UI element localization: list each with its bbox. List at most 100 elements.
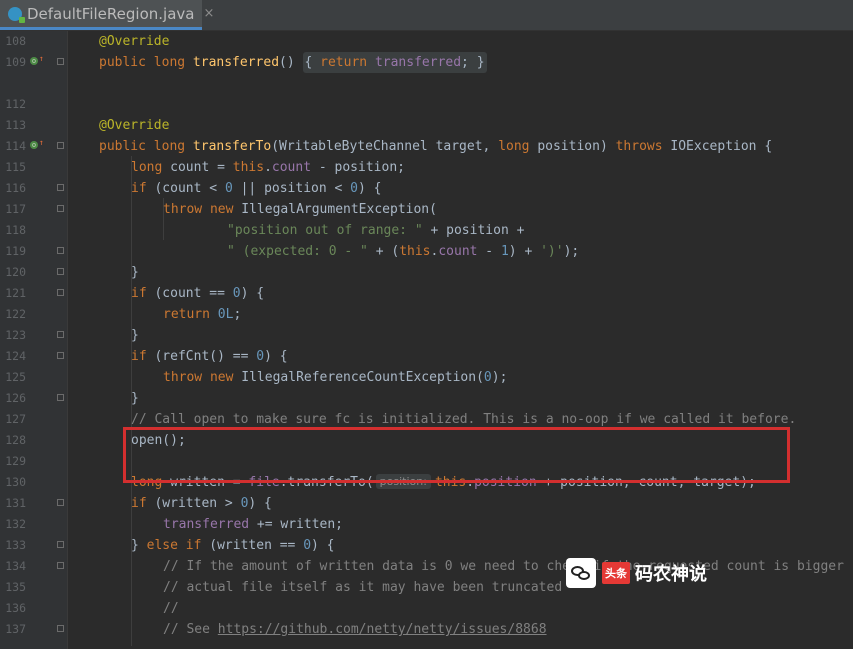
code-line: 123 } — [0, 325, 853, 346]
line-number: 129 — [5, 454, 26, 468]
fold-marker-icon[interactable] — [57, 289, 64, 296]
editor-tab-bar: DefaultFileRegion.java × — [0, 0, 853, 31]
code-line: 132 transferred += written; — [0, 514, 853, 535]
code-line: 135 // actual file itself as it may have… — [0, 577, 853, 598]
code-text: if (refCnt() == 0) { — [131, 349, 288, 364]
watermark-name: 码农神说 — [635, 564, 707, 585]
line-number: 128 — [5, 433, 26, 447]
line-number: 108 — [5, 34, 26, 48]
line-number: 115 — [5, 160, 26, 174]
line-number: 123 — [5, 328, 26, 342]
code-line: 124 if (refCnt() == 0) { — [0, 346, 853, 367]
code-text: // actual file itself as it may have bee… — [163, 580, 563, 595]
fold-marker-icon[interactable] — [57, 331, 64, 338]
watermark-badge: 头条 — [602, 562, 630, 584]
code-line: 125 throw new IllegalReferenceCountExcep… — [0, 367, 853, 388]
code-text: } — [131, 328, 139, 343]
line-number: 109 — [5, 55, 26, 69]
tab-close-icon[interactable]: × — [203, 6, 214, 21]
code-line: 134 // If the amount of written data is … — [0, 556, 853, 577]
code-line: 122 return 0L; — [0, 304, 853, 325]
code-text: throw new IllegalArgumentException( — [163, 202, 437, 217]
code-line: 118 "position out of range: " + position… — [0, 220, 853, 241]
arrow-up-icon: ↑ — [39, 138, 44, 147]
java-class-icon — [8, 6, 25, 23]
code-line: 120 } — [0, 262, 853, 283]
implements-method-icon[interactable]: o — [30, 141, 38, 149]
fold-marker-icon[interactable] — [57, 205, 64, 212]
line-number: 137 — [5, 622, 26, 636]
code-line: 114 o ↑ public long transferTo(WritableB… — [0, 115, 853, 155]
fold-marker-icon[interactable] — [57, 499, 64, 506]
code-text: return 0L; — [163, 307, 242, 322]
code-text: if (count < 0 || position < 0) { — [131, 181, 382, 196]
line-number: 131 — [5, 496, 26, 510]
code-line: 136 // — [0, 598, 853, 619]
code-line: 109 o ↑ public long transferred() { retu… — [0, 52, 853, 73]
line-number: 120 — [5, 265, 26, 279]
line-number: 134 — [5, 559, 26, 573]
code-text: throw new IllegalReferenceCountException… — [163, 370, 508, 385]
arrow-up-icon: ↑ — [39, 54, 44, 63]
code-text: // — [163, 601, 179, 616]
line-number: 124 — [5, 349, 26, 363]
code-line: 116 if (count < 0 || position < 0) { — [0, 178, 853, 199]
code-text: @Override — [99, 34, 170, 49]
tab-defaultfileregion[interactable]: DefaultFileRegion.java × — [0, 0, 214, 30]
line-number: 125 — [5, 370, 26, 384]
fold-marker-icon[interactable] — [57, 541, 64, 548]
highlight-box — [123, 427, 790, 483]
code-line: 121 if (count == 0) { — [0, 283, 853, 304]
fold-marker-icon[interactable] — [57, 625, 64, 632]
code-line: 113 @Override — [0, 94, 853, 133]
code-text: long count = this.count - position; — [131, 160, 405, 175]
code-text: } else if (written == 0) { — [131, 538, 335, 553]
code-line: 108 @Override — [0, 31, 853, 52]
code-text: public long transferred() { return trans… — [99, 52, 487, 73]
code-line: 131 if (written > 0) { — [0, 493, 853, 514]
fold-marker-icon[interactable] — [57, 268, 64, 275]
wechat-icon — [566, 558, 596, 588]
line-number: 132 — [5, 517, 26, 531]
code-text: } — [131, 391, 139, 406]
line-number: 117 — [5, 202, 26, 216]
code-text: public long transferTo(WritableByteChann… — [99, 139, 773, 154]
issue-link[interactable]: https://github.com/netty/netty/issues/88… — [218, 622, 547, 637]
line-number: 119 — [5, 244, 26, 258]
fold-marker-icon[interactable] — [57, 184, 64, 191]
code-line: 119 " (expected: 0 - " + (this.count - 1… — [0, 241, 853, 262]
code-line: 126 } — [0, 388, 853, 409]
code-line: 117 throw new IllegalArgumentException( — [0, 199, 853, 220]
code-text: "position out of range: " + position + — [227, 223, 525, 238]
code-text: " (expected: 0 - " + (this.count - 1) + … — [227, 244, 580, 259]
implements-method-icon[interactable]: o — [30, 57, 38, 65]
line-number: 135 — [5, 580, 26, 594]
line-number: 114 — [5, 139, 26, 153]
code-text: // If the amount of written data is 0 we… — [163, 559, 844, 574]
tab-title: DefaultFileRegion.java — [27, 4, 195, 23]
line-number: 136 — [5, 601, 26, 615]
code-line: 133 } else if (written == 0) { — [0, 535, 853, 556]
line-number: 133 — [5, 538, 26, 552]
watermark: 头条 码农神说 — [566, 557, 707, 589]
fold-marker-icon[interactable] — [57, 562, 64, 569]
line-number: 118 — [5, 223, 26, 237]
fold-marker-icon[interactable] — [57, 142, 64, 149]
code-text: if (written > 0) { — [131, 496, 272, 511]
line-number: 116 — [5, 181, 26, 195]
code-text: } — [131, 265, 139, 280]
fold-marker-icon[interactable] — [57, 394, 64, 401]
code-text: if (count == 0) { — [131, 286, 265, 301]
code-line: 115 long count = this.count - position; — [0, 157, 853, 178]
code-line: 137 // See https://github.com/netty/nett… — [0, 619, 853, 640]
fold-marker-icon[interactable] — [57, 352, 64, 359]
line-number: 122 — [5, 307, 26, 321]
code-text: transferred += written; — [163, 517, 344, 532]
line-number: 127 — [5, 412, 26, 426]
fold-marker-icon[interactable] — [57, 247, 64, 254]
fold-marker-icon[interactable] — [57, 58, 64, 65]
line-number: 121 — [5, 286, 26, 300]
code-text: // See https://github.com/netty/netty/is… — [163, 622, 547, 637]
line-number: 126 — [5, 391, 26, 405]
line-number: 130 — [5, 475, 26, 489]
